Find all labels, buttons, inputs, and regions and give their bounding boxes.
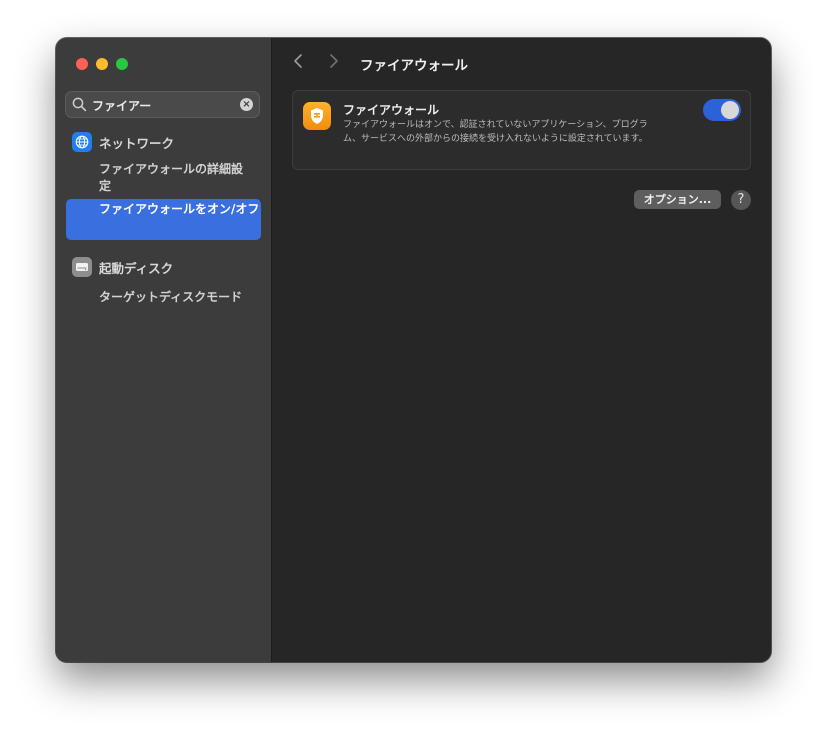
disk-icon xyxy=(72,257,92,277)
sidebar: ファイアー × ネットワーク ファイアウォールの詳細設定 ファイアウォールをオン… xyxy=(56,38,272,662)
firewall-description: ファイアウォールはオンで、認証されていないアプリケーション、プログラム、サービス… xyxy=(343,120,648,144)
search-field[interactable]: ファイアー × xyxy=(65,91,260,118)
firewall-shield-icon xyxy=(303,102,331,130)
sidebar-category-label: 起動ディスク xyxy=(99,260,174,276)
globe-icon xyxy=(72,132,92,152)
minimize-window-button[interactable] xyxy=(96,58,108,70)
sidebar-item-firewall-toggle[interactable]: ファイアウォールをオン/オフ xyxy=(66,199,261,240)
magnifier-icon xyxy=(72,97,87,116)
window-controls xyxy=(76,58,128,70)
search-input[interactable]: ファイアー xyxy=(92,97,151,114)
sidebar-category-label: ネットワーク xyxy=(99,135,175,151)
page-title: ファイアウォール xyxy=(360,58,468,74)
chevron-right-icon[interactable] xyxy=(328,53,340,74)
firewall-title: ファイアウォール xyxy=(343,103,440,117)
close-window-button[interactable] xyxy=(76,58,88,70)
firewall-card: ファイアウォール ファイアウォールはオンで、認証されていないアプリケーション、プ… xyxy=(292,90,751,170)
sidebar-item-firewall-advanced[interactable]: ファイアウォールの詳細設定 xyxy=(99,161,249,195)
settings-window: ファイアー × ネットワーク ファイアウォールの詳細設定 ファイアウォールをオン… xyxy=(56,38,771,662)
sidebar-item-target-disk-mode[interactable]: ターゲットディスクモード xyxy=(99,289,249,306)
help-button[interactable]: ? xyxy=(731,190,751,210)
sidebar-category-network[interactable]: ネットワーク xyxy=(72,132,174,152)
zoom-window-button[interactable] xyxy=(116,58,128,70)
main-pane: ファイアウォール ファイアウォール ファイアウォールはオンで、認証されていないア… xyxy=(272,38,771,662)
options-button[interactable]: オプション... xyxy=(634,190,721,209)
firewall-toggle[interactable] xyxy=(703,99,741,121)
chevron-left-icon[interactable] xyxy=(292,53,304,74)
xmark-circle-icon[interactable]: × xyxy=(240,98,253,111)
toggle-knob xyxy=(721,101,739,119)
sidebar-category-startup-disk[interactable]: 起動ディスク xyxy=(72,257,173,277)
